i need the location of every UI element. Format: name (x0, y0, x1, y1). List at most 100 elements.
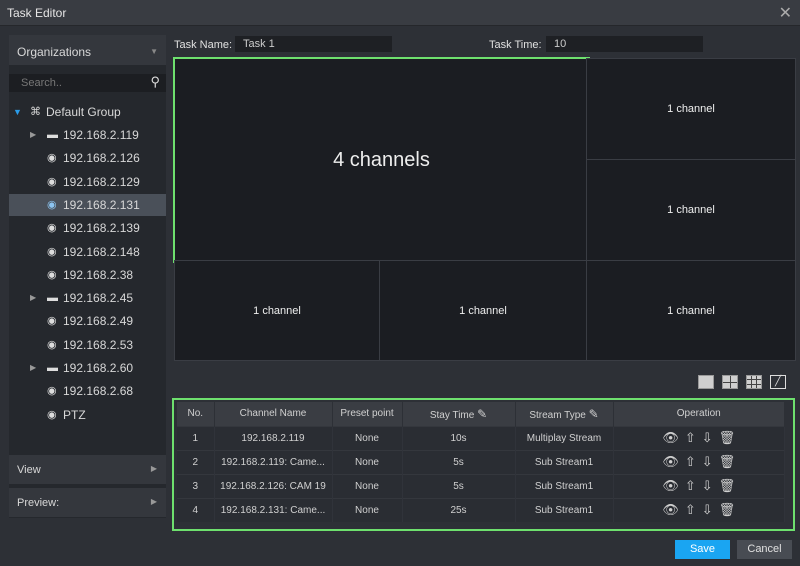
eye-icon[interactable]: 👁 (662, 502, 679, 517)
search-input[interactable]: Search.. ⚲ (9, 74, 166, 92)
arrow-down-icon[interactable]: ⇩ (702, 430, 713, 445)
layout-9-icon[interactable] (746, 375, 762, 389)
eye-icon[interactable]: 👁 (662, 454, 679, 469)
tree-item-label: 192.168.2.45 (63, 291, 134, 306)
search-icon[interactable]: ⚲ (150, 74, 160, 90)
arrow-up-icon[interactable]: ⇧ (685, 478, 696, 493)
eye-icon[interactable]: 👁 (662, 430, 679, 445)
pencil-icon[interactable]: ✎ (477, 407, 487, 421)
view-section[interactable]: View ▶ (9, 455, 166, 484)
organizations-dropdown[interactable]: Organizations ▼ (9, 35, 166, 65)
tree-item-label: 192.168.2.148 (63, 244, 140, 259)
video-cell[interactable]: 1 channel (174, 260, 380, 361)
expand-arrow-icon[interactable]: ▶ (30, 287, 36, 309)
arrow-down-icon[interactable]: ⇩ (702, 478, 713, 493)
task-time-input[interactable]: 10 (546, 36, 703, 52)
pencil-icon[interactable]: ✎ (589, 407, 599, 421)
video-cell[interactable]: 1 channel (586, 159, 796, 261)
tree-item-label: 192.168.2.129 (63, 174, 140, 189)
dropdown-label: Organizations (17, 45, 92, 59)
nvr-icon: ▬ (47, 292, 58, 305)
cancel-button[interactable]: Cancel (737, 540, 792, 559)
col-stream-type[interactable]: Stream Type ✎ (515, 402, 614, 426)
close-icon[interactable]: ✕ (779, 3, 792, 23)
table-row[interactable]: 4 192.168.2.131: Came... None 25s Sub Stream… (177, 497, 785, 522)
tree-item[interactable]: ▶ ▬ 192.168.2.119 (9, 124, 166, 146)
task-time-label: Task Time: (489, 39, 542, 51)
chevron-right-icon: ▶ (150, 497, 157, 506)
operation-cell: 👁 ⇧ ⇩ 🗑 (613, 425, 785, 450)
table-cell: 5s (402, 473, 516, 498)
arrow-up-icon[interactable]: ⇧ (685, 430, 696, 445)
table-cell: Sub Stream1 (515, 449, 614, 474)
layout-4-icon[interactable] (722, 375, 738, 389)
operation-cell: 👁 ⇧ ⇩ 🗑 (613, 449, 785, 474)
table-row[interactable]: 1 192.168.2.119 None 10s Multiplay Stream 👁 ⇧ ⇩… (177, 425, 785, 450)
tree-item[interactable]: ◉ 192.168.2.139 (9, 217, 166, 239)
trash-icon[interactable]: 🗑 (719, 502, 736, 517)
table-cell: None (332, 473, 403, 498)
expand-arrow-icon[interactable]: ▶ (30, 124, 36, 146)
trash-icon[interactable]: 🗑 (719, 430, 736, 445)
arrow-down-icon[interactable]: ⇩ (702, 454, 713, 469)
layout-1-icon[interactable] (698, 375, 714, 389)
arrow-up-icon[interactable]: ⇧ (685, 502, 696, 517)
camera-icon: ◉ (47, 408, 57, 421)
nvr-icon: ▬ (47, 362, 58, 374)
camera-icon: ◉ (47, 268, 57, 281)
tree-item[interactable]: ▶ ▬ 192.168.2.60 (9, 357, 166, 379)
tree-item-label: PTZ (63, 407, 86, 422)
stay-time-label: Stay Time (429, 409, 475, 421)
expand-arrow-icon[interactable]: ▶ (30, 357, 36, 379)
arrow-up-icon[interactable]: ⇧ (685, 454, 696, 469)
col-stay-time[interactable]: Stay Time ✎ (402, 402, 516, 426)
task-name-input[interactable]: Task 1 (235, 36, 392, 52)
tree-item-label: 192.168.2.131 (63, 197, 140, 212)
table-cell: Sub Stream1 (515, 473, 614, 498)
expand-icon[interactable]: ▼ (13, 101, 22, 123)
table-cell: None (332, 449, 403, 474)
video-cell[interactable]: 1 channel (379, 260, 587, 361)
tree-item[interactable]: ◉ 192.168.2.38 (9, 264, 166, 286)
table-cell: Sub Stream1 (515, 497, 614, 522)
table-row[interactable]: 2 192.168.2.119: Came... None 5s Sub Stream1… (177, 449, 785, 474)
table-cell: None (332, 497, 403, 522)
tree-item[interactable]: ▶ ▬ 192.168.2.45 (9, 287, 166, 309)
save-button[interactable]: Save (675, 540, 730, 559)
camera-icon: ◉ (47, 385, 57, 398)
task-name-label: Task Name: (174, 39, 233, 51)
window-title: Task Editor (7, 6, 67, 20)
tree-item[interactable]: ◉ 192.168.2.53 (9, 334, 166, 356)
table-cell: 3 (177, 473, 215, 498)
tree-item[interactable]: ◉ 192.168.2.129 (9, 171, 166, 193)
video-cell[interactable]: 1 channel (586, 58, 796, 160)
eye-icon[interactable]: 👁 (662, 478, 679, 493)
preview-section[interactable]: Preview: ▶ (9, 488, 166, 517)
table-cell: 25s (402, 497, 516, 522)
tree-item[interactable]: ◉ 192.168.2.148 (9, 241, 166, 263)
title-bar: Task Editor ✕ (0, 0, 800, 26)
view-label: View (17, 464, 41, 476)
channel-table: No. Channel Name Preset point Stay Time … (172, 398, 795, 531)
tree-item-label: 192.168.2.53 (63, 337, 134, 352)
table-cell: 10s (402, 425, 516, 450)
sidebar: Organizations ▼ Search.. ⚲ ▼ ⌘ Default G… (9, 35, 166, 518)
table-row[interactable]: 3 192.168.2.126: CAM 19 None 5s Sub Stream1 👁… (177, 473, 785, 498)
tree-item[interactable]: ◉ 192.168.2.68 (9, 380, 166, 402)
col-no: No. (177, 402, 215, 426)
tree-item[interactable]: ◉ 192.168.2.126 (9, 147, 166, 169)
tree-item[interactable]: ◉ 192.168.2.131 (9, 193, 166, 216)
trash-icon[interactable]: 🗑 (719, 454, 736, 469)
col-operation: Operation (613, 402, 785, 426)
custom-layout-edit-icon[interactable]: ╱ (770, 375, 786, 389)
video-cell[interactable]: 1 channel (586, 260, 796, 361)
col-preset: Preset point (332, 402, 403, 426)
arrow-down-icon[interactable]: ⇩ (702, 502, 713, 517)
trash-icon[interactable]: 🗑 (719, 478, 736, 493)
tree-item[interactable]: ◉ 192.168.2.49 (9, 310, 166, 332)
tree-item[interactable]: ◉ PTZ (9, 404, 166, 426)
video-cell-4ch[interactable]: 4 channels (172, 56, 591, 264)
camera-icon: ◉ (47, 315, 57, 328)
preview-label: Preview: (17, 497, 60, 509)
tree-root[interactable]: ▼ ⌘ Default Group (9, 101, 166, 123)
